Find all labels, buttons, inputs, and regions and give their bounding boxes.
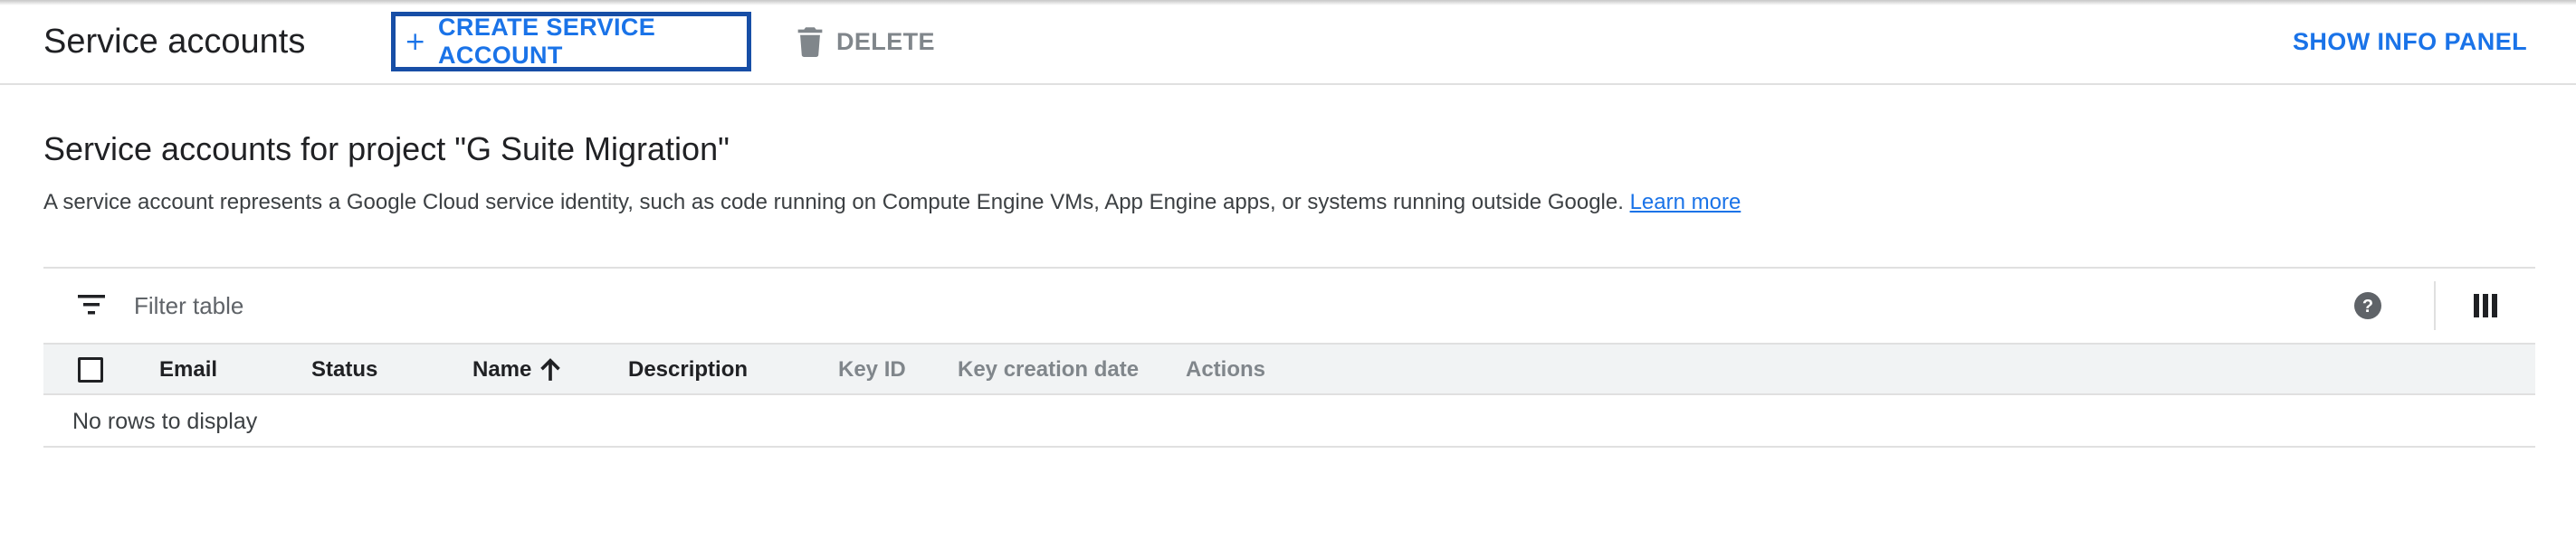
column-header-status[interactable]: Status (311, 355, 377, 384)
create-service-account-button[interactable]: CREATE SERVICE ACCOUNT (391, 12, 751, 71)
column-header-description[interactable]: Description (628, 355, 748, 384)
help-circle-icon[interactable]: ? (2354, 292, 2381, 319)
column-header-key-id: Key ID (838, 357, 906, 382)
select-all-checkbox[interactable] (78, 357, 103, 383)
toolbar: Service accounts CREATE SERVICE ACCOUNT … (0, 0, 2576, 85)
svg-text:?: ? (2362, 297, 2373, 317)
column-header-actions: Actions (1186, 357, 1266, 382)
learn-more-link[interactable]: Learn more (1630, 190, 1741, 214)
description-text: A service account represents a Google Cl… (43, 186, 1741, 219)
create-service-account-label: CREATE SERVICE ACCOUNT (438, 14, 656, 69)
arrow-up-icon (540, 357, 561, 381)
column-header-name[interactable]: Name (472, 355, 562, 384)
show-info-panel-button[interactable]: SHOW INFO PANEL (2293, 24, 2527, 60)
section-heading: Service accounts for project "G Suite Mi… (43, 130, 730, 167)
description-body: A service account represents a Google Cl… (43, 190, 1624, 214)
table-empty-row: No rows to display (43, 395, 2535, 448)
column-display-icon[interactable] (2474, 294, 2497, 317)
plus-icon (406, 33, 424, 51)
filter-bar: ? (43, 269, 2535, 343)
page-title: Service accounts (43, 23, 306, 61)
column-header-key-creation-date: Key creation date (958, 357, 1140, 382)
table-header-row: Email Status Name Description Key ID Key… (43, 343, 2535, 395)
trash-icon (797, 27, 823, 57)
column-header-name-label: Name (472, 357, 532, 382)
delete-button[interactable]: DELETE (797, 24, 935, 60)
service-accounts-table: ? Email Status Name Description Key ID K… (43, 267, 2535, 448)
toolbar-divider (2434, 281, 2436, 330)
delete-label: DELETE (836, 27, 935, 55)
column-header-email[interactable]: Email (159, 355, 217, 384)
filter-list-icon (78, 295, 105, 315)
filter-table-input[interactable] (132, 287, 1131, 325)
no-rows-message: No rows to display (72, 409, 258, 434)
